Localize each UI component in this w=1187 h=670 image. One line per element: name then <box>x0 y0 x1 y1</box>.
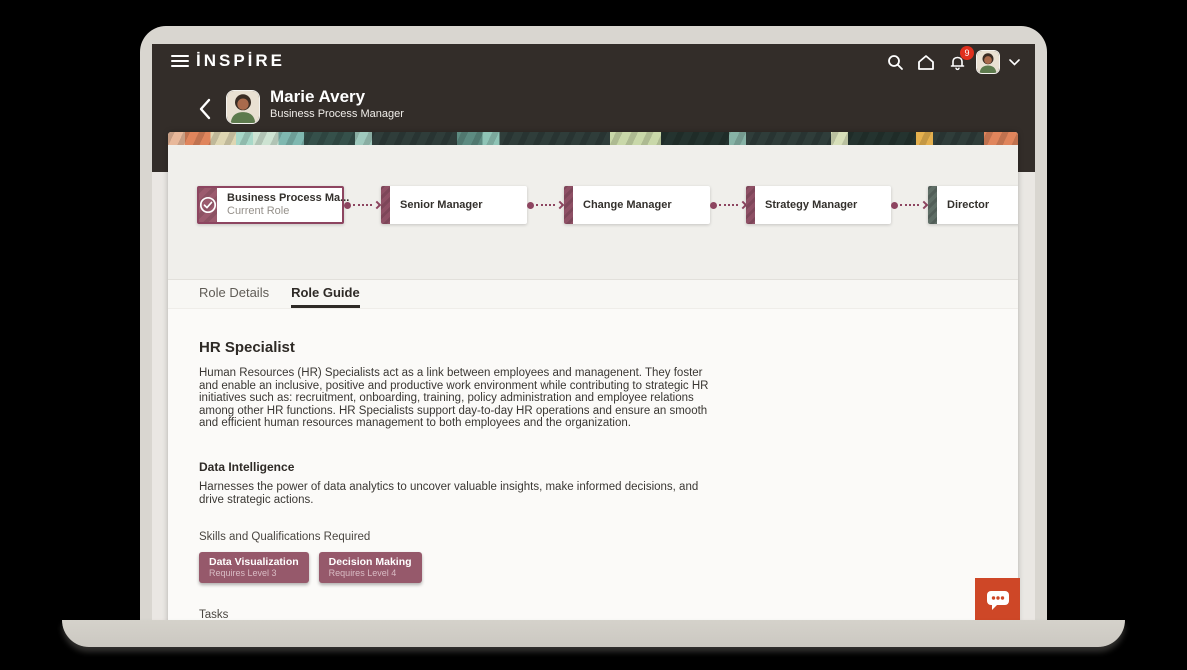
role-guide-content: HR Specialist Human Resources (HR) Speci… <box>168 309 1018 631</box>
home-icon[interactable] <box>914 50 938 74</box>
decorative-banner <box>168 132 1018 145</box>
career-step[interactable]: Director <box>928 186 1018 224</box>
chat-button[interactable] <box>975 578 1020 622</box>
user-avatar[interactable] <box>976 50 1000 74</box>
card-accent-strip <box>564 186 573 224</box>
top-navbar: İNSPİRE 9 <box>152 44 1035 78</box>
career-step-label: Business Process Ma... <box>227 192 350 204</box>
skill-name: Data Visualization <box>209 556 299 569</box>
path-connector <box>527 200 565 210</box>
career-step[interactable]: Strategy Manager <box>746 186 891 224</box>
profile-header: Marie Avery Business Process Manager <box>152 86 1035 136</box>
path-connector <box>344 200 382 210</box>
skill-name: Decision Making <box>328 556 412 569</box>
role-heading: HR Specialist <box>199 339 295 356</box>
focus-description: Harnesses the power of data analytics to… <box>199 480 699 506</box>
back-icon[interactable] <box>198 98 214 122</box>
skill-level: Requires Level 4 <box>328 568 397 579</box>
career-step[interactable]: Change Manager <box>564 186 710 224</box>
skills-label: Skills and Qualifications Required <box>199 531 371 544</box>
nav-icons: 9 <box>883 46 1021 75</box>
employee-title: Business Process Manager <box>270 108 404 120</box>
search-icon[interactable] <box>883 50 907 74</box>
career-step-label: Change Manager <box>583 199 672 211</box>
card-accent-strip <box>746 186 755 224</box>
career-step-label: Senior Manager <box>400 199 483 211</box>
career-path-timeline: Business Process Ma... Current Role Seni… <box>168 145 1018 280</box>
tab-bar: Role Details Role Guide <box>168 280 1018 309</box>
path-connector <box>710 200 748 210</box>
laptop-base <box>62 620 1125 647</box>
career-step-label: Strategy Manager <box>765 199 858 211</box>
employee-avatar <box>226 90 260 124</box>
career-step-current[interactable]: Business Process Ma... Current Role <box>197 186 349 224</box>
speech-bubble-icon <box>986 591 1009 610</box>
employee-name: Marie Avery <box>270 87 366 106</box>
role-description: Human Resources (HR) Specialists act as … <box>199 367 709 430</box>
app-logo: İNSPİRE <box>196 51 286 70</box>
app-screen: İNSPİRE 9 Marie Avery Business Process M… <box>152 44 1035 632</box>
skill-chip[interactable]: Decision Making Requires Level 4 <box>318 552 422 584</box>
path-connector <box>891 200 929 210</box>
card-accent-strip <box>928 186 937 224</box>
skill-chip[interactable]: Data Visualization Requires Level 3 <box>199 552 309 584</box>
career-step[interactable]: Senior Manager <box>381 186 527 224</box>
career-step-sublabel: Current Role <box>227 205 290 217</box>
focus-heading: Data Intelligence <box>199 459 295 474</box>
notification-badge: 9 <box>960 46 974 60</box>
check-circle-icon <box>199 188 217 222</box>
skill-chips: Data Visualization Requires Level 3 Deci… <box>199 552 1018 584</box>
page: Business Process Ma... Current Role Seni… <box>168 132 1018 632</box>
tab-role-details[interactable]: Role Details <box>199 285 269 308</box>
career-step-label: Director <box>947 199 990 211</box>
menu-icon[interactable] <box>171 55 189 67</box>
tab-role-guide[interactable]: Role Guide <box>291 285 360 308</box>
notifications-icon[interactable]: 9 <box>945 46 974 74</box>
skill-level: Requires Level 3 <box>209 568 277 579</box>
card-accent-strip <box>381 186 390 224</box>
chevron-down-icon[interactable] <box>1007 50 1021 74</box>
